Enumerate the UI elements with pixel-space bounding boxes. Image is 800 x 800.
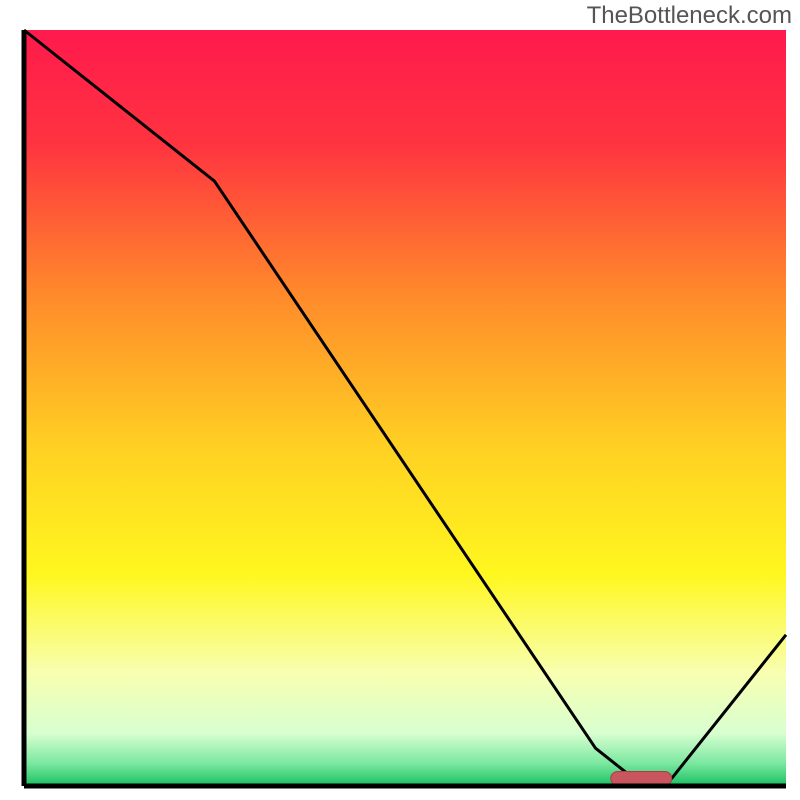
watermark-text: TheBottleneck.com <box>587 2 792 30</box>
optimal-range-marker <box>611 771 672 785</box>
bottleneck-chart <box>0 0 800 800</box>
chart-container: TheBottleneck.com <box>0 0 800 800</box>
gradient-background <box>24 30 786 786</box>
